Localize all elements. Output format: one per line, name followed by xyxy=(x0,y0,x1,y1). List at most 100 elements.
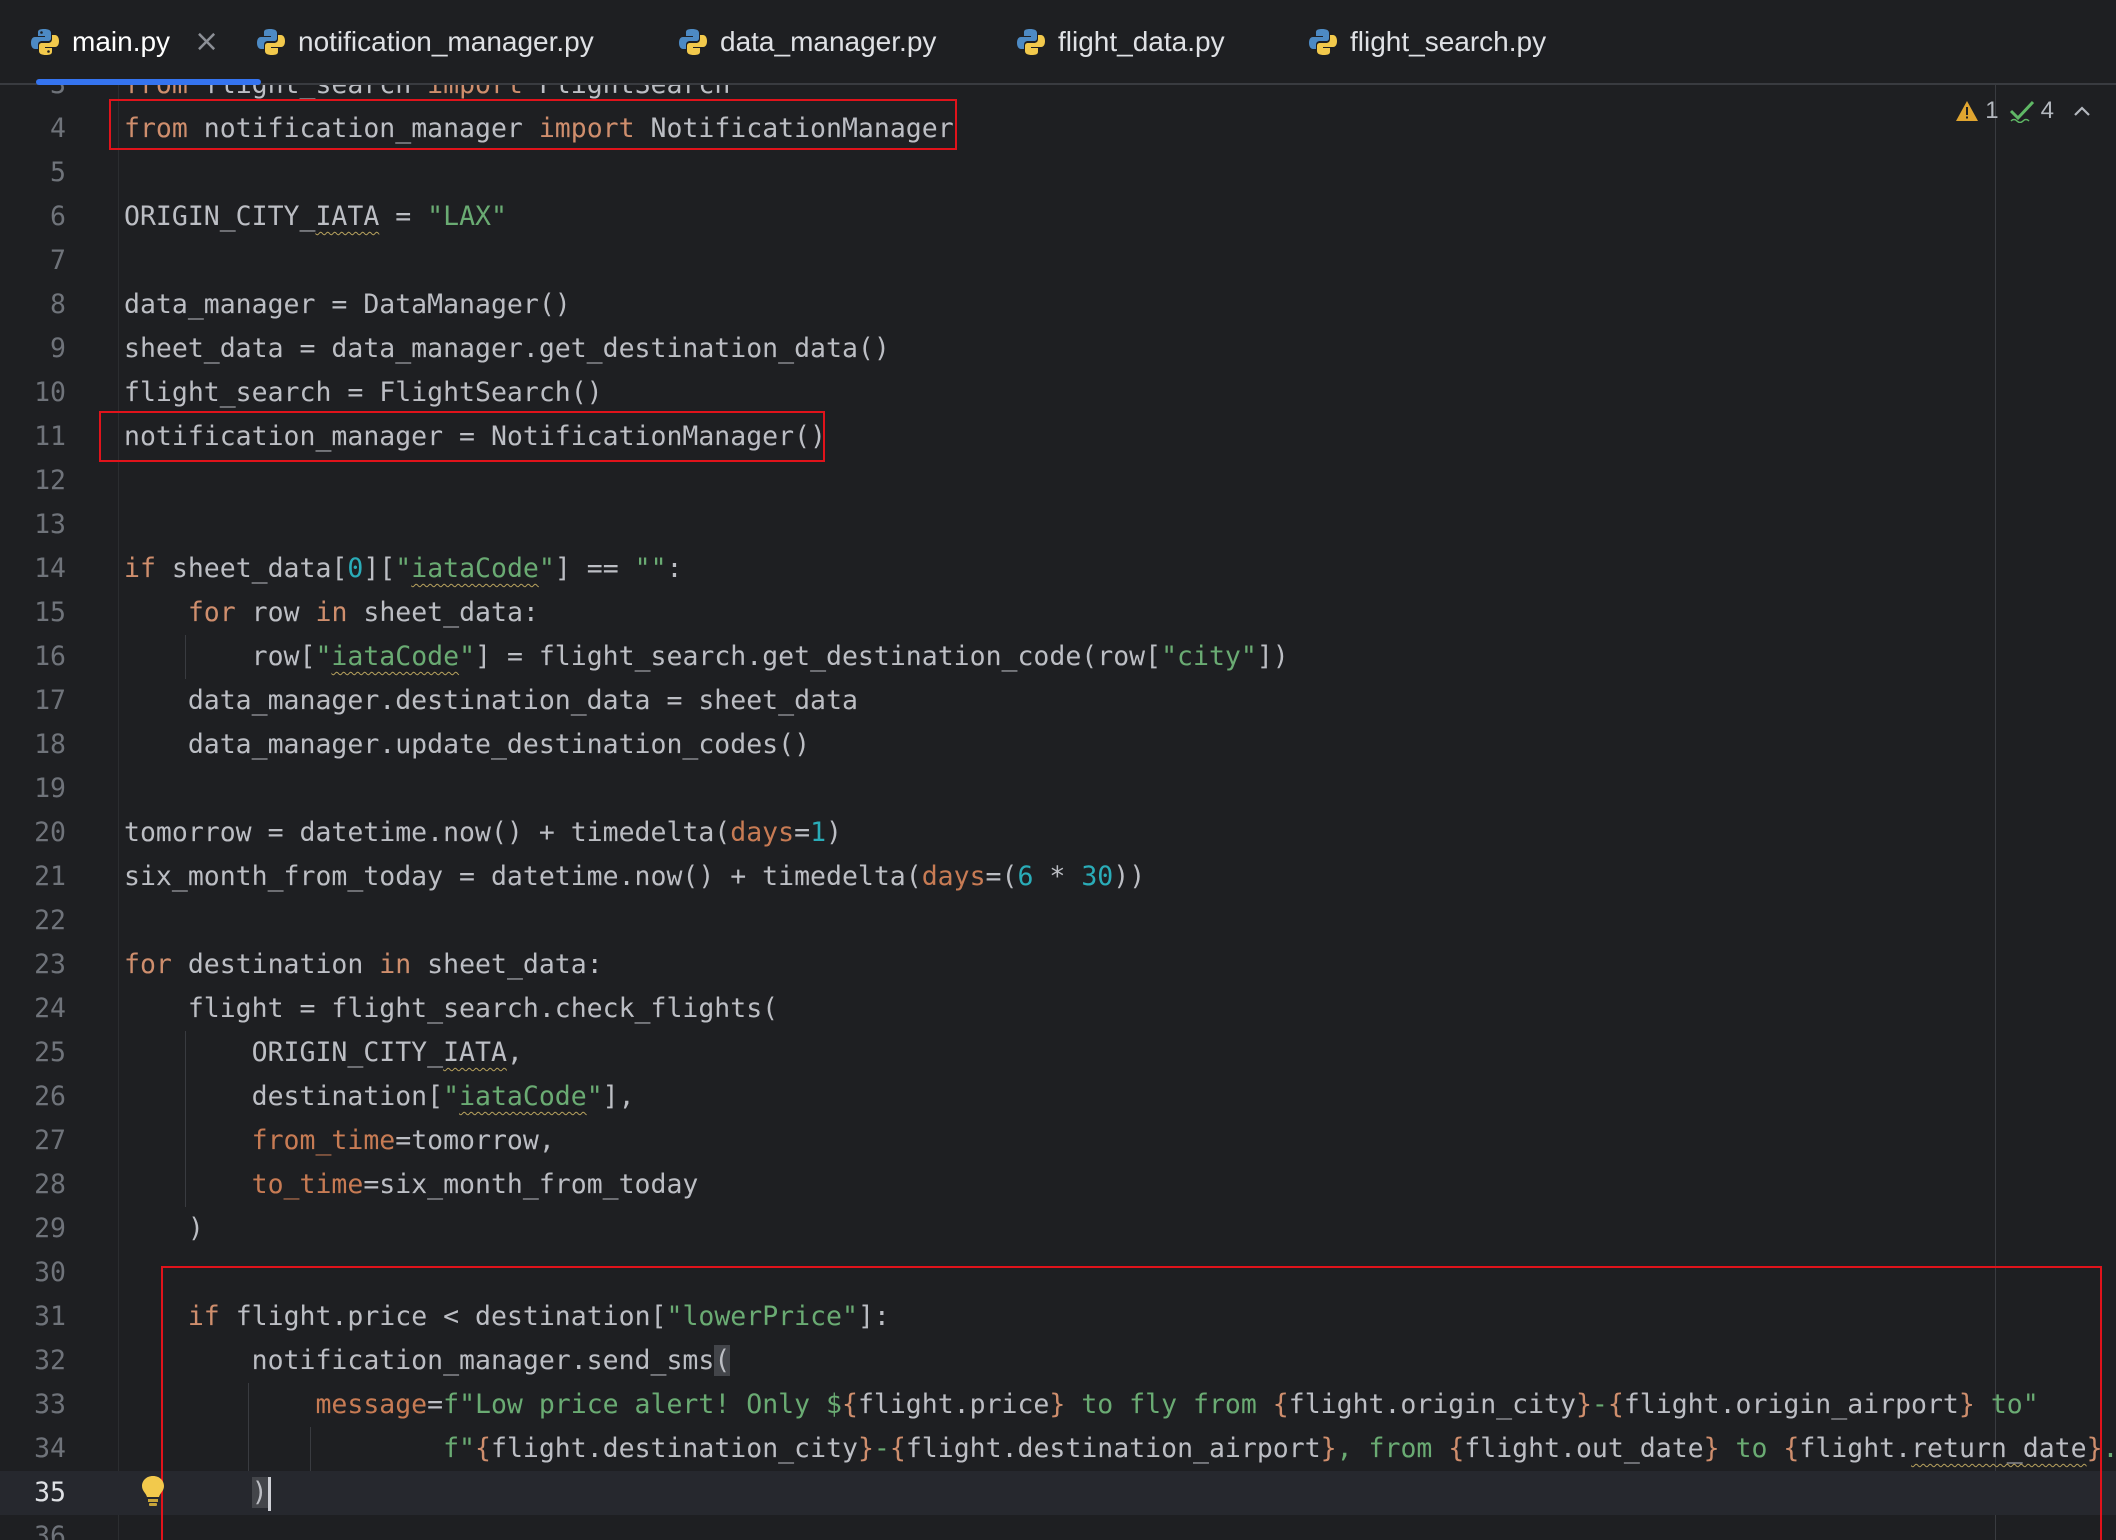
code-text[interactable]: flight_search = FlightSearch() xyxy=(124,371,603,415)
code-line[interactable]: 26 destination["iataCode"], xyxy=(0,1075,2116,1119)
line-number: 7 xyxy=(50,245,66,276)
check-count-label: 4 xyxy=(2040,97,2054,124)
line-number: 5 xyxy=(50,157,66,188)
code-text[interactable]: destination["iataCode"], xyxy=(124,1075,635,1119)
code-line[interactable]: 16 row["iataCode"] = flight_search.get_d… xyxy=(0,635,2116,679)
check-count[interactable]: 4 xyxy=(2009,97,2054,125)
code-line[interactable]: 28 to_time=six_month_from_today xyxy=(0,1163,2116,1207)
code-editor[interactable]: 3from flight_search import FlightSearch4… xyxy=(0,85,2116,1540)
line-number: 24 xyxy=(34,993,66,1024)
code-line[interactable]: 23 for destination in sheet_data: xyxy=(0,943,2116,987)
line-number: 31 xyxy=(34,1301,66,1332)
line-number: 9 xyxy=(50,333,66,364)
code-text[interactable]: row["iataCode"] = flight_search.get_dest… xyxy=(124,635,1289,679)
tab-label: flight_search.py xyxy=(1350,25,1547,57)
tab-flight-data-py[interactable]: flight_data.py xyxy=(1016,0,1225,83)
line-number: 11 xyxy=(34,421,66,452)
code-text[interactable]: for row in sheet_data: xyxy=(124,591,539,635)
tab-label: main.py xyxy=(72,25,171,57)
code-line[interactable]: 9 sheet_data = data_manager.get_destinati… xyxy=(0,327,2116,371)
code-line[interactable]: 27 from_time=tomorrow, xyxy=(0,1119,2116,1163)
tab-main-py[interactable]: main.py × xyxy=(30,0,261,85)
inspection-widget[interactable]: 1 4 xyxy=(1955,97,2092,125)
code-text[interactable]: ) xyxy=(124,1207,204,1251)
warning-count[interactable]: 1 xyxy=(1955,97,1999,125)
line-number: 32 xyxy=(34,1345,66,1376)
python-file-icon xyxy=(1016,27,1046,57)
line-number: 29 xyxy=(34,1213,66,1244)
code-text[interactable]: to_time=six_month_from_today xyxy=(124,1163,699,1207)
line-number: 3 xyxy=(0,85,66,107)
code-line[interactable]: 5 xyxy=(0,151,2116,195)
line-number: 20 xyxy=(34,817,66,848)
code-line[interactable]: 18 data_manager.update_destination_codes… xyxy=(0,723,2116,767)
code-text[interactable]: ORIGIN_CITY_IATA = "LAX" xyxy=(124,195,507,239)
check-icon xyxy=(2009,100,2034,123)
line-number: 12 xyxy=(34,465,66,496)
code-text[interactable]: tomorrow = datetime.now() + timedelta(da… xyxy=(124,811,842,855)
code-line[interactable]: 12 xyxy=(0,459,2116,503)
code-line[interactable]: 10 flight_search = FlightSearch() xyxy=(0,371,2116,415)
code-text[interactable]: sheet_data = data_manager.get_destinatio… xyxy=(124,327,890,371)
line-number: 19 xyxy=(34,773,66,804)
line-number: 17 xyxy=(34,685,66,716)
line-number: 8 xyxy=(50,289,66,320)
tab-data-manager-py[interactable]: data_manager.py xyxy=(678,0,936,83)
lightbulb-icon[interactable] xyxy=(138,1474,168,1508)
code-text[interactable]: data_manager.update_destination_codes() xyxy=(124,723,810,767)
tab-flight-search-py[interactable]: flight_search.py xyxy=(1308,0,1546,83)
line-number: 6 xyxy=(50,201,66,232)
code-line[interactable]: 22 xyxy=(0,899,2116,943)
python-file-icon xyxy=(678,27,708,57)
indent-guide xyxy=(185,635,187,679)
code-line[interactable]: 19 xyxy=(0,767,2116,811)
code-line[interactable]: 20 tomorrow = datetime.now() + timedelta(… xyxy=(0,811,2116,855)
code-text[interactable]: data_manager = DataManager() xyxy=(124,283,571,327)
code-text[interactable]: data_manager.destination_data = sheet_da… xyxy=(124,679,858,723)
highlight-box-send-sms xyxy=(161,1266,2102,1540)
line-number: 27 xyxy=(34,1125,66,1156)
tab-label: data_manager.py xyxy=(720,25,937,57)
line-number: 28 xyxy=(34,1169,66,1200)
code-line[interactable]: 15 for row in sheet_data: xyxy=(0,591,2116,635)
line-number: 13 xyxy=(34,509,66,540)
code-text[interactable]: six_month_from_today = datetime.now() + … xyxy=(124,855,1145,899)
code-line[interactable]: 7 xyxy=(0,239,2116,283)
indent-guide xyxy=(185,1031,187,1207)
line-number: 25 xyxy=(34,1037,66,1068)
line-number: 21 xyxy=(34,861,66,892)
line-number: 15 xyxy=(34,597,66,628)
code-line[interactable]: 29 ) xyxy=(0,1207,2116,1251)
tab-label: notification_manager.py xyxy=(298,25,594,57)
code-line[interactable]: 13 xyxy=(0,503,2116,547)
code-line[interactable]: 25 ORIGIN_CITY_IATA, xyxy=(0,1031,2116,1075)
code-line[interactable]: 14 if sheet_data[0]["iataCode"] == "": xyxy=(0,547,2116,591)
code-text[interactable]: ORIGIN_CITY_IATA, xyxy=(124,1031,523,1075)
line-number: 16 xyxy=(34,641,66,672)
editor-tab-bar: main.py × notification_manager.py data_m… xyxy=(0,0,2116,85)
line-number: 36 xyxy=(34,1521,66,1540)
code-text[interactable]: flight = flight_search.check_flights( xyxy=(124,987,778,1031)
python-file-icon xyxy=(30,27,60,57)
warning-count-label: 1 xyxy=(1985,97,1999,124)
chevron-up-icon[interactable] xyxy=(2072,97,2092,125)
python-file-icon xyxy=(1308,27,1338,57)
line-number: 18 xyxy=(34,729,66,760)
line-number: 22 xyxy=(34,905,66,936)
more-tabs-icon[interactable]: ⋮ xyxy=(2102,22,2116,62)
code-text[interactable]: if sheet_data[0]["iataCode"] == "": xyxy=(124,547,683,591)
code-text[interactable]: from_time=tomorrow, xyxy=(124,1119,555,1163)
code-line[interactable]: 8 data_manager = DataManager() xyxy=(0,283,2116,327)
code-line[interactable]: 6 ORIGIN_CITY_IATA = "LAX" xyxy=(0,195,2116,239)
highlight-box-notification-manager xyxy=(99,411,825,462)
code-line[interactable]: 21 six_month_from_today = datetime.now() … xyxy=(0,855,2116,899)
code-line[interactable]: 24 flight = flight_search.check_flights( xyxy=(0,987,2116,1031)
close-icon[interactable]: × xyxy=(194,24,219,59)
code-text[interactable]: for destination in sheet_data: xyxy=(124,943,603,987)
line-number: 23 xyxy=(34,949,66,980)
tab-notification-manager-py[interactable]: notification_manager.py xyxy=(256,0,594,83)
line-number: 30 xyxy=(34,1257,66,1288)
line-number: 33 xyxy=(34,1389,66,1420)
code-line[interactable]: 17 data_manager.destination_data = sheet… xyxy=(0,679,2116,723)
line-number: 4 xyxy=(50,113,66,144)
